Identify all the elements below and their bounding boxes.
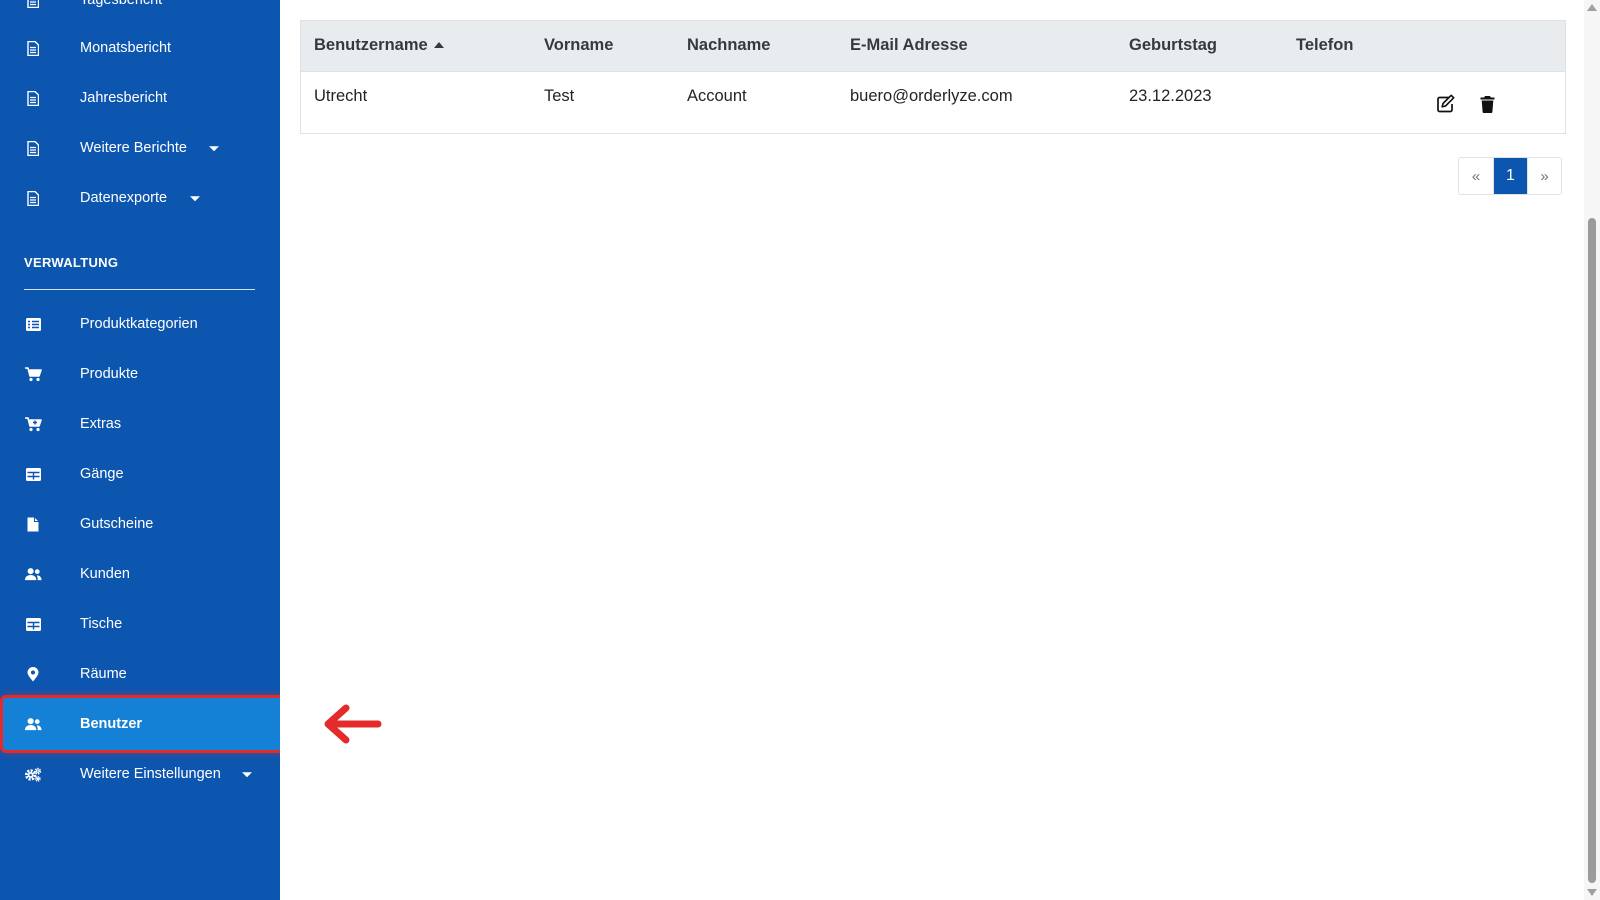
table-icon <box>24 466 42 482</box>
sidebar-item-label: Extras <box>80 416 122 432</box>
trash-icon[interactable] <box>1476 93 1498 115</box>
column-header-telefon[interactable]: Telefon <box>1283 21 1413 72</box>
list-icon <box>24 316 42 332</box>
column-header-benutzername[interactable]: Benutzername <box>301 21 531 72</box>
sidebar-item-weitere-einstellungen[interactable]: Weitere Einstellungen <box>0 752 280 796</box>
section-divider <box>24 289 255 290</box>
sidebar-item-produkte[interactable]: Produkte <box>0 352 280 396</box>
sidebar-item-label: Tagesbericht <box>80 0 163 8</box>
pagination-next-button[interactable]: » <box>1527 158 1561 194</box>
cart-icon <box>24 366 42 382</box>
table-icon <box>24 616 42 632</box>
sidebar-item-kunden[interactable]: Kunden <box>0 552 280 596</box>
scroll-up-icon[interactable] <box>1587 4 1597 11</box>
scroll-down-icon[interactable] <box>1587 889 1597 896</box>
chevron-down-icon <box>242 772 252 778</box>
users-icon <box>24 566 42 582</box>
pagination-prev-button[interactable]: « <box>1459 158 1493 194</box>
cell-actions <box>1413 71 1565 133</box>
cogs-icon <box>24 766 42 782</box>
arrow-left-icon <box>324 704 382 744</box>
cell-birthday: 23.12.2023 <box>1129 86 1212 105</box>
column-header-nachname[interactable]: Nachname <box>674 21 837 72</box>
sidebar-item-extras[interactable]: Extras <box>0 402 280 446</box>
document-icon <box>24 90 42 106</box>
document-icon <box>24 40 42 56</box>
table-row: Utrecht Test Account buero@orderlyze.com… <box>301 71 1565 133</box>
sidebar-item-label: Benutzer <box>80 716 143 732</box>
column-header-actions <box>1413 21 1565 72</box>
sort-ascending-icon <box>433 42 444 49</box>
column-header-email[interactable]: E-Mail Adresse <box>837 21 1116 72</box>
cart-plus-icon <box>24 416 42 432</box>
sidebar-item-gutscheine[interactable]: Gutscheine <box>0 502 280 546</box>
file-icon <box>24 516 42 532</box>
vertical-scrollbar[interactable] <box>1584 0 1600 900</box>
users-table: Benutzername Vorname Nachname E-Mail Adr… <box>300 20 1566 134</box>
column-header-label: Benutzername <box>314 36 428 55</box>
users-icon <box>24 716 42 732</box>
pagination-page-button[interactable]: 1 <box>1493 158 1527 194</box>
sidebar-item-gaenge[interactable]: Gänge <box>0 452 280 496</box>
cell-username: Utrecht <box>314 86 368 105</box>
sidebar-item-raeume[interactable]: Räume <box>0 652 280 696</box>
cell-lastname: Account <box>687 86 747 105</box>
sidebar-item-produktkategorien[interactable]: Produktkategorien <box>0 302 280 346</box>
sidebar-item-label: Tische <box>80 616 123 632</box>
sidebar-item-tagesbericht[interactable]: Tagesbericht <box>0 0 280 22</box>
sidebar-item-label: Datenexporte <box>80 190 168 206</box>
column-header-geburtstag[interactable]: Geburtstag <box>1116 21 1283 72</box>
document-icon <box>24 140 42 156</box>
sidebar-item-datenexporte[interactable]: Datenexporte <box>0 176 280 220</box>
sidebar-item-label: Monatsbericht <box>80 40 172 56</box>
sidebar-item-weitere-berichte[interactable]: Weitere Berichte <box>0 126 280 170</box>
cell-phone <box>1283 71 1413 133</box>
table-header-row: Benutzername Vorname Nachname E-Mail Adr… <box>301 21 1565 72</box>
sidebar-item-tische[interactable]: Tische <box>0 602 280 646</box>
sidebar-item-jahresbericht[interactable]: Jahresbericht <box>0 76 280 120</box>
sidebar-item-label: Produktkategorien <box>80 316 198 332</box>
chevron-down-icon <box>190 196 200 202</box>
scrollbar-thumb[interactable] <box>1588 218 1596 883</box>
cell-firstname: Test <box>544 86 575 105</box>
cell-email: buero@orderlyze.com <box>850 86 1013 105</box>
chevron-down-icon <box>209 146 219 152</box>
document-icon <box>24 0 42 8</box>
document-icon <box>24 190 42 206</box>
column-header-vorname[interactable]: Vorname <box>531 21 674 72</box>
sidebar-item-label: Weitere Einstellungen <box>80 766 221 782</box>
sidebar: Tagesbericht Monatsbericht Jahresbericht… <box>0 0 280 900</box>
sidebar-item-label: Produkte <box>80 366 139 382</box>
sidebar-item-label: Kunden <box>80 566 130 582</box>
sidebar-item-label: Gänge <box>80 466 124 482</box>
sidebar-item-benutzer[interactable]: Benutzer <box>0 695 280 753</box>
sidebar-item-label: Jahresbericht <box>80 90 168 106</box>
sidebar-item-label: Gutscheine <box>80 516 154 532</box>
pagination: « 1 » <box>1458 157 1562 195</box>
section-title: VERWALTUNG <box>24 255 119 270</box>
map-marker-icon <box>24 666 42 682</box>
sidebar-item-label: Weitere Berichte <box>80 140 187 156</box>
edit-icon[interactable] <box>1434 93 1456 115</box>
sidebar-item-label: Räume <box>80 666 127 682</box>
sidebar-item-monatsbericht[interactable]: Monatsbericht <box>0 26 280 70</box>
